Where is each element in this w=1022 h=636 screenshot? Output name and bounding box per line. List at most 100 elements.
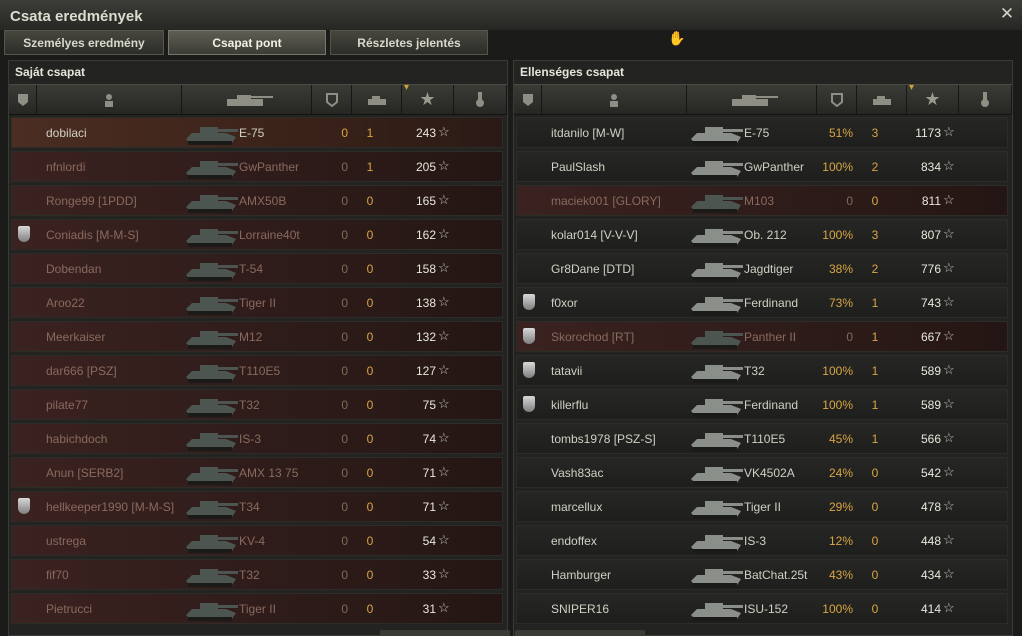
damage-column-icon[interactable] [312,85,352,114]
table-row[interactable]: Dobendan T-54 0 0 158 ☆ [11,253,503,284]
points-value: 158 [415,262,436,276]
table-row[interactable]: dar666 [PSZ] T110E5 0 0 127 ☆ [11,355,503,386]
tank-name: T34 [239,500,260,514]
damage-percent: 0 [341,500,348,514]
table-row[interactable]: marcellux Tiger II 29% 0 478 ☆ [516,491,1008,522]
table-row[interactable]: Anun [SERB2] AMX 13 75 0 0 71 ☆ [11,457,503,488]
player-name: fif70 [46,568,69,582]
tank-icon [687,153,747,181]
points-value: 807 [920,228,941,242]
tab-detailed-report[interactable]: Részletes jelentés [330,30,488,55]
bottom-button-stub[interactable] [515,630,645,636]
tank-name: Tiger II [239,296,276,310]
tank-icon [182,561,242,589]
table-row[interactable]: endoffex IS-3 12% 0 448 ☆ [516,525,1008,556]
table-row[interactable]: Vash83ac VK4502A 24% 0 542 ☆ [516,457,1008,488]
table-row[interactable]: Skorochod [RT] Panther II 0 1 667 ☆ [516,321,1008,352]
medals-column-icon[interactable] [454,85,507,114]
kills-count: 0 [871,568,879,582]
points-value: 71 [422,466,436,480]
tank-name: M103 [744,194,775,208]
table-row[interactable]: SNIPER16 ISU-152 100% 0 414 ☆ [516,593,1008,624]
own-team-panel: Saját csapat ★ dobilaciE-7 [8,60,508,636]
damage-column-icon[interactable] [817,85,857,114]
table-row[interactable]: Gr8Dane [DTD] Jagdtiger 38% 2 776 ☆ [516,253,1008,284]
tab-team-score[interactable]: Csapat pont [168,30,326,55]
table-row[interactable]: killerflu Ferdinand 100% 1 589 ☆ [516,389,1008,420]
own-team-header: ★ [9,82,507,115]
player-name: PaulSlash [551,160,606,174]
player-name: Aroo22 [46,296,85,310]
table-row[interactable]: f0xor Ferdinand 73% 1 743 ☆ [516,287,1008,318]
damage-percent: 100% [822,364,853,378]
damage-percent: 0 [341,228,348,242]
kills-column-icon[interactable] [352,85,402,114]
star-icon: ☆ [943,328,955,343]
tank-name: Tiger II [744,500,781,514]
tank-icon [687,119,747,147]
points-value: 33 [422,568,436,582]
star-icon: ☆ [438,430,450,445]
table-row[interactable]: Pietrucci Tiger II 0 0 31 ☆ [11,593,503,624]
kills-column-icon[interactable] [857,85,907,114]
table-row[interactable]: maciek001 [GLORY] M103 0 0 811 ☆ [516,185,1008,216]
kills-count: 0 [871,534,879,548]
table-row[interactable]: PaulSlash GwPanther 100% 2 834 ☆ [516,151,1008,182]
points-value: 589 [920,364,941,378]
table-row[interactable]: Coniadis [M-M-S] Lorraine40t 0 0 162 ☆ [11,219,503,250]
medals-column-icon[interactable] [959,85,1012,114]
star-icon: ☆ [438,498,450,513]
medal-icon [523,362,535,378]
medal-column-icon[interactable] [9,85,37,114]
table-row[interactable]: nfnlordi GwPanther 0 1 205 ☆ [11,151,503,182]
close-icon[interactable]: ✕ [998,4,1016,24]
table-row[interactable]: fif70 T32 0 0 33 ☆ [11,559,503,590]
points-value: 31 [422,602,436,616]
kills-count: 0 [366,568,374,582]
player-column-icon[interactable] [37,85,182,114]
own-team-title: Saját csapat [15,65,86,79]
table-row[interactable]: habichdoch IS-3 0 0 74 ☆ [11,423,503,454]
table-row[interactable]: Hamburger BatChat.25t 43% 0 434 ☆ [516,559,1008,590]
points-column-star-icon[interactable]: ★ [907,82,959,114]
tank-icon [687,357,747,385]
table-row[interactable]: Aroo22 Tiger II 0 0 138 ☆ [11,287,503,318]
tank-name: T32 [239,398,260,412]
table-row[interactable]: tombs1978 [PSZ-S] T110E5 45% 1 566 ☆ [516,423,1008,454]
tank-name: T32 [239,568,260,582]
table-row[interactable]: itdanilo [M-W] E-75 51% 3 1173 ☆ [516,117,1008,148]
damage-percent: 0 [341,364,348,378]
tank-icon [182,323,242,351]
table-row[interactable]: kolar014 [V-V-V] Ob. 212 100% 3 807 ☆ [516,219,1008,250]
star-icon: ☆ [943,192,955,207]
star-icon: ☆ [438,464,450,479]
medal-icon [18,226,30,242]
tab-personal-result[interactable]: Személyes eredmény [4,30,164,55]
points-column-star-icon[interactable]: ★ [402,82,454,114]
tank-column-icon[interactable] [182,85,312,114]
points-value: 566 [920,432,941,446]
medal-icon [523,294,535,310]
table-row[interactable]: Meerkaiser M12 0 0 132 ☆ [11,321,503,352]
table-row[interactable]: pilate77 T32 0 0 75 ☆ [11,389,503,420]
star-icon: ☆ [438,226,450,241]
bottom-button-stub[interactable] [380,630,510,636]
tank-name: AMX50B [239,194,287,208]
kills-count: 3 [871,126,879,140]
table-row[interactable]: tatavii T32 100% 1 589 ☆ [516,355,1008,386]
tank-column-icon[interactable] [687,85,817,114]
table-row[interactable]: Ronge99 [1PDD] AMX50B 0 0 165 ☆ [11,185,503,216]
table-row[interactable]: ustrega KV-4 0 0 54 ☆ [11,525,503,556]
table-row[interactable]: hellkeeper1990 [M-M-S] T34 0 0 71 ☆ [11,491,503,522]
tank-name: T-54 [239,262,264,276]
table-row[interactable]: dobilaci E-75 0 1 243 ☆ [11,117,503,148]
tank-icon [687,595,747,623]
damage-percent: 0 [341,262,348,276]
points-value: 127 [415,364,436,378]
points-value: 162 [415,228,436,242]
player-column-icon[interactable] [542,85,687,114]
star-icon: ☆ [943,226,955,241]
damage-percent: 12% [828,534,853,548]
medal-column-icon[interactable] [514,85,542,114]
kills-count: 0 [366,262,374,276]
